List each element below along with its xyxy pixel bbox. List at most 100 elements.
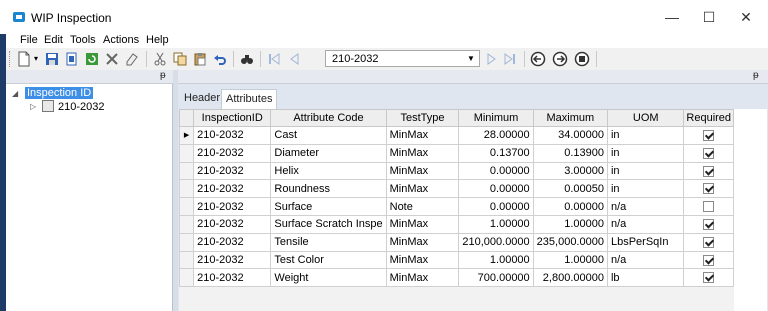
row-indicator[interactable] xyxy=(178,232,195,252)
previous-record-icon[interactable] xyxy=(286,51,302,67)
cell-attribute-code[interactable]: Surface Scratch Inspe xyxy=(270,214,387,234)
column-header-minimum[interactable]: Minimum xyxy=(458,109,534,127)
copy-record-icon[interactable] xyxy=(64,51,80,67)
forward-icon[interactable] xyxy=(552,51,568,67)
column-header-required[interactable]: Required xyxy=(683,109,734,127)
next-record-icon[interactable] xyxy=(484,51,500,67)
cell-uom[interactable]: in xyxy=(606,143,685,163)
row-indicator[interactable] xyxy=(178,268,195,288)
cut-icon[interactable] xyxy=(152,51,168,67)
cell-test-type[interactable]: MinMax xyxy=(385,179,460,199)
menu-help[interactable]: Help xyxy=(146,34,169,46)
cell-minimum[interactable]: 0.00000 xyxy=(458,161,534,181)
cell-required[interactable] xyxy=(683,232,734,252)
required-checkbox[interactable] xyxy=(703,147,715,159)
cell-maximum[interactable]: 235,000.0000 xyxy=(532,232,608,252)
first-record-icon[interactable] xyxy=(266,51,282,67)
column-header-maximum[interactable]: Maximum xyxy=(532,109,608,127)
tree-root-inspection-id[interactable]: Inspection ID xyxy=(25,87,94,99)
new-dropdown-icon[interactable]: ▾ xyxy=(32,51,40,67)
required-checkbox[interactable] xyxy=(703,183,715,195)
cell-inspection-id[interactable]: 210-2032 xyxy=(193,126,272,145)
cell-inspection-id[interactable]: 210-2032 xyxy=(193,197,272,216)
cell-attribute-code[interactable]: Helix xyxy=(270,161,387,181)
tab-header[interactable]: Header xyxy=(180,89,224,109)
required-checkbox[interactable] xyxy=(703,218,715,230)
cell-attribute-code[interactable]: Cast xyxy=(270,126,387,145)
cell-minimum[interactable]: 1.00000 xyxy=(458,250,534,270)
cell-maximum[interactable]: 34.00000 xyxy=(532,126,608,145)
column-header-test-type[interactable]: TestType xyxy=(385,109,460,127)
row-indicator[interactable]: ▶ xyxy=(178,126,195,145)
cell-minimum[interactable]: 210,000.0000 xyxy=(458,232,534,252)
table-row[interactable]: 210-2032 Test Color MinMax 1.00000 1.00000 n/… xyxy=(178,250,734,270)
cell-uom[interactable]: n/a xyxy=(606,214,685,234)
required-checkbox[interactable] xyxy=(703,254,715,266)
required-checkbox[interactable] xyxy=(703,129,715,141)
cell-minimum[interactable]: 0.00000 xyxy=(458,197,534,216)
cell-minimum[interactable]: 28.00000 xyxy=(458,126,534,145)
cell-inspection-id[interactable]: 210-2032 xyxy=(193,268,272,288)
find-icon[interactable] xyxy=(239,51,255,67)
cell-required[interactable] xyxy=(683,214,734,234)
cell-maximum[interactable]: 1.00000 xyxy=(532,250,608,270)
cell-test-type[interactable]: MinMax xyxy=(385,250,460,270)
cell-attribute-code[interactable]: Weight xyxy=(270,268,387,288)
pin-icon[interactable]: ᵽ xyxy=(753,70,759,81)
cell-maximum[interactable]: 2,800.00000 xyxy=(532,268,608,288)
required-checkbox[interactable] xyxy=(703,272,715,284)
cell-inspection-id[interactable]: 210-2032 xyxy=(193,161,272,181)
cell-uom[interactable]: in xyxy=(606,161,685,181)
maximize-button[interactable]: ☐ xyxy=(694,6,724,28)
cell-uom[interactable]: lb xyxy=(606,268,685,288)
row-indicator[interactable] xyxy=(178,179,195,199)
cell-required[interactable] xyxy=(683,250,734,270)
cell-minimum[interactable]: 0.00000 xyxy=(458,179,534,199)
cell-maximum[interactable]: 0.00050 xyxy=(532,179,608,199)
new-icon[interactable] xyxy=(16,51,32,67)
delete-icon[interactable] xyxy=(104,51,120,67)
refresh-icon[interactable] xyxy=(84,51,100,67)
cell-test-type[interactable]: MinMax xyxy=(385,214,460,234)
row-indicator[interactable] xyxy=(178,197,195,216)
expand-icon[interactable]: ▷ xyxy=(30,102,36,111)
minimize-button[interactable]: — xyxy=(657,6,687,28)
menu-file[interactable]: File xyxy=(20,34,38,46)
cell-required[interactable] xyxy=(683,197,734,216)
table-row[interactable]: ▶ 210-2032 Cast MinMax 28.00000 34.00000 in xyxy=(178,126,734,145)
cell-required[interactable] xyxy=(683,268,734,288)
cell-maximum[interactable]: 3.00000 xyxy=(532,161,608,181)
cell-test-type[interactable]: Note xyxy=(385,197,460,216)
cell-attribute-code[interactable]: Surface xyxy=(270,197,387,216)
row-indicator[interactable] xyxy=(178,214,195,234)
column-header-attribute-code[interactable]: Attribute Code xyxy=(270,109,387,127)
table-row[interactable]: 210-2032 Surface Note 0.00000 0.00000 n/a xyxy=(178,197,734,216)
cell-attribute-code[interactable]: Tensile xyxy=(270,232,387,252)
required-checkbox[interactable] xyxy=(703,236,715,248)
table-row[interactable]: 210-2032 Diameter MinMax 0.13700 0.13900 in xyxy=(178,143,734,163)
collapse-icon[interactable]: ◢ xyxy=(12,89,18,98)
column-header-inspection-id[interactable]: InspectionID xyxy=(193,109,272,127)
cell-uom[interactable]: in xyxy=(606,126,685,145)
close-button[interactable]: ✕ xyxy=(731,6,761,28)
cell-maximum[interactable]: 0.13900 xyxy=(532,143,608,163)
cell-uom[interactable]: n/a xyxy=(606,250,685,270)
cell-inspection-id[interactable]: 210-2032 xyxy=(193,179,272,199)
cell-inspection-id[interactable]: 210-2032 xyxy=(193,232,272,252)
pin-icon[interactable]: ᵽ xyxy=(160,70,166,81)
clear-icon[interactable] xyxy=(124,51,140,67)
cell-test-type[interactable]: MinMax xyxy=(385,143,460,163)
cell-attribute-code[interactable]: Diameter xyxy=(270,143,387,163)
copy-icon[interactable] xyxy=(172,51,188,67)
table-row[interactable]: 210-2032 Surface Scratch Inspe MinMax 1.000… xyxy=(178,214,734,234)
table-row[interactable]: 210-2032 Tensile MinMax 210,000.0000 235,000… xyxy=(178,232,734,252)
menu-actions[interactable]: Actions xyxy=(103,34,139,46)
back-icon[interactable] xyxy=(530,51,546,67)
cell-minimum[interactable]: 1.00000 xyxy=(458,214,534,234)
cell-required[interactable] xyxy=(683,161,734,181)
table-row[interactable]: 210-2032 Roundness MinMax 0.00000 0.00050 in xyxy=(178,179,734,199)
required-checkbox[interactable] xyxy=(703,165,715,177)
cell-inspection-id[interactable]: 210-2032 xyxy=(193,214,272,234)
cell-uom[interactable]: n/a xyxy=(606,197,685,216)
required-checkbox[interactable] xyxy=(703,201,715,213)
